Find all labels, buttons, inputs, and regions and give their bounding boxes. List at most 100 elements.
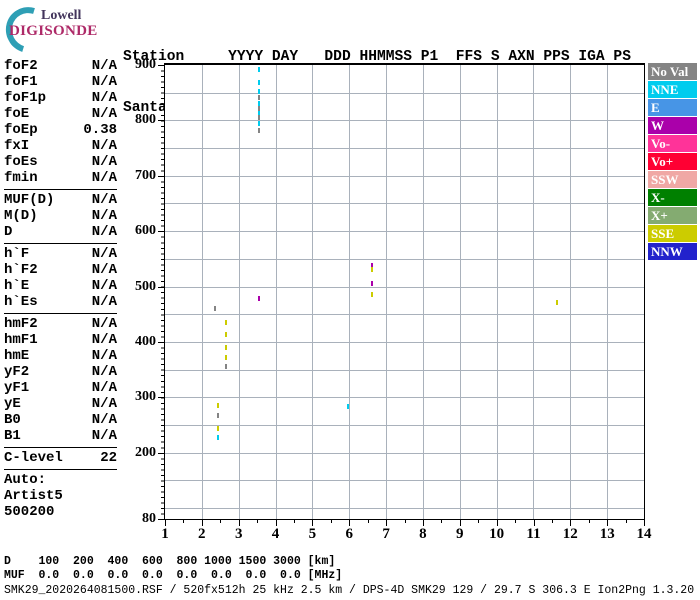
- x-axis-label: 8: [419, 526, 427, 542]
- data-point: [225, 354, 228, 360]
- parameter-label: M(D): [4, 208, 38, 224]
- parameter-value: N/A: [91, 396, 117, 412]
- gridline-horizontal: [165, 507, 644, 509]
- parameter-value: N/A: [91, 138, 117, 154]
- x-axis-tick: [238, 519, 240, 526]
- y-axis-label: 800: [135, 112, 156, 128]
- parameter-label: 500200: [4, 504, 55, 520]
- parameter-value: N/A: [91, 154, 117, 170]
- parameter-row: foE N/A: [4, 106, 117, 122]
- parameter-value: N/A: [91, 332, 117, 348]
- x-axis-label: 2: [198, 526, 206, 542]
- x-axis-tick: [201, 519, 203, 526]
- y-axis-label: 500: [135, 278, 156, 294]
- y-axis-label: 600: [135, 223, 156, 239]
- y-axis-label: 300: [135, 389, 156, 405]
- x-axis-tick: [625, 519, 627, 523]
- gridline-horizontal: [165, 314, 644, 316]
- parameter-row: D N/A: [4, 224, 117, 240]
- legend-item-ssw: SSW: [648, 171, 697, 188]
- parameter-row: MUF(D) N/A: [4, 192, 117, 208]
- parameter-row: hmE N/A: [4, 348, 117, 364]
- parameter-value: N/A: [91, 106, 117, 122]
- x-axis-tick: [496, 519, 498, 526]
- x-axis-tick: [607, 519, 609, 526]
- gridline-horizontal: [165, 120, 644, 122]
- x-axis-tick: [588, 519, 590, 523]
- gridline-horizontal: [165, 148, 644, 149]
- parameter-row: h`F2 N/A: [4, 262, 117, 278]
- plot-area[interactable]: 900 800 700 600 500 400 300 200 80 1 2 3 4 5 6 7 8 9 10 11 1…: [135, 57, 652, 542]
- legend-item-vo-: Vo-: [648, 135, 697, 152]
- gridline-vertical: [570, 65, 572, 519]
- gridline-horizontal: [165, 231, 644, 233]
- data-point: [258, 115, 260, 120]
- parameter-divider: [4, 243, 117, 244]
- legend-item-sse: SSE: [648, 225, 697, 242]
- legend-item-x+: X+: [648, 207, 697, 224]
- parameter-label: MUF(D): [4, 192, 55, 208]
- parameter-value: N/A: [91, 90, 117, 106]
- x-axis-tick: [533, 519, 535, 526]
- gridline-horizontal: [165, 175, 644, 177]
- data-point: [258, 121, 260, 127]
- y-axis-label: 900: [135, 57, 156, 72]
- parameter-value: N/A: [91, 412, 117, 428]
- parameter-value: N/A: [91, 170, 117, 186]
- parameter-value: N/A: [91, 428, 117, 444]
- x-axis-tick: [386, 519, 388, 526]
- parameter-label: h`F: [4, 246, 30, 262]
- parameter-value: N/A: [91, 192, 117, 208]
- gridline-vertical: [386, 65, 388, 519]
- gridline-vertical: [459, 65, 461, 519]
- gridline-vertical: [607, 65, 609, 519]
- parameter-label: h`F2: [4, 262, 38, 278]
- parameter-value: N/A: [91, 74, 117, 90]
- x-axis-label: 7: [382, 526, 390, 542]
- x-axis-label: 14: [636, 526, 652, 542]
- gridline-horizontal: [165, 397, 644, 399]
- x-axis-label: 1: [161, 526, 169, 542]
- parameter-row: h`E N/A: [4, 278, 117, 294]
- parameter-label: yF1: [4, 380, 30, 396]
- parameter-row: foF1 N/A: [4, 74, 117, 90]
- gridline-vertical: [201, 65, 203, 519]
- y-axis-tick: [158, 231, 165, 233]
- data-point: [258, 89, 260, 94]
- x-axis-tick: [349, 519, 351, 526]
- parameter-value: N/A: [91, 316, 117, 332]
- parameter-label: foEs: [4, 154, 38, 170]
- parameter-row: 500200: [4, 504, 117, 520]
- x-axis-tick: [459, 519, 461, 526]
- legend-item-x-: X-: [648, 189, 697, 206]
- gridline-vertical: [312, 65, 314, 519]
- parameter-row: yF1 N/A: [4, 380, 117, 396]
- data-point: [371, 281, 374, 287]
- parameter-row: B1 N/A: [4, 428, 117, 444]
- data-point: [258, 127, 260, 133]
- parameter-value: N/A: [91, 380, 117, 396]
- gridline-vertical: [275, 65, 277, 519]
- parameter-row: M(D) N/A: [4, 208, 117, 224]
- x-axis-tick: [367, 519, 369, 523]
- x-axis-tick: [644, 519, 645, 526]
- parameter-label: C-level: [4, 450, 63, 466]
- x-axis-tick: [165, 519, 166, 526]
- x-axis-label: 9: [456, 526, 464, 542]
- legend-item-e: E: [648, 99, 697, 116]
- data-point: [258, 66, 260, 72]
- x-axis-tick: [330, 519, 332, 523]
- status-line: SMK29_2020264081500.RSF / 520fx512h 25 k…: [4, 584, 695, 597]
- y-axis-tick: [158, 175, 165, 177]
- x-axis-label: 4: [271, 526, 280, 542]
- parameter-divider: [4, 447, 117, 448]
- data-point: [217, 412, 220, 418]
- gridline-horizontal: [165, 369, 644, 371]
- parameter-label: Auto:: [4, 472, 47, 488]
- parameter-label: B0: [4, 412, 21, 428]
- y-axis-tick: [158, 341, 165, 343]
- y-axis-label: 700: [135, 167, 156, 183]
- parameter-row: fxI N/A: [4, 138, 117, 154]
- legend-item-nne: NNE: [648, 81, 697, 98]
- x-axis-tick: [515, 519, 516, 523]
